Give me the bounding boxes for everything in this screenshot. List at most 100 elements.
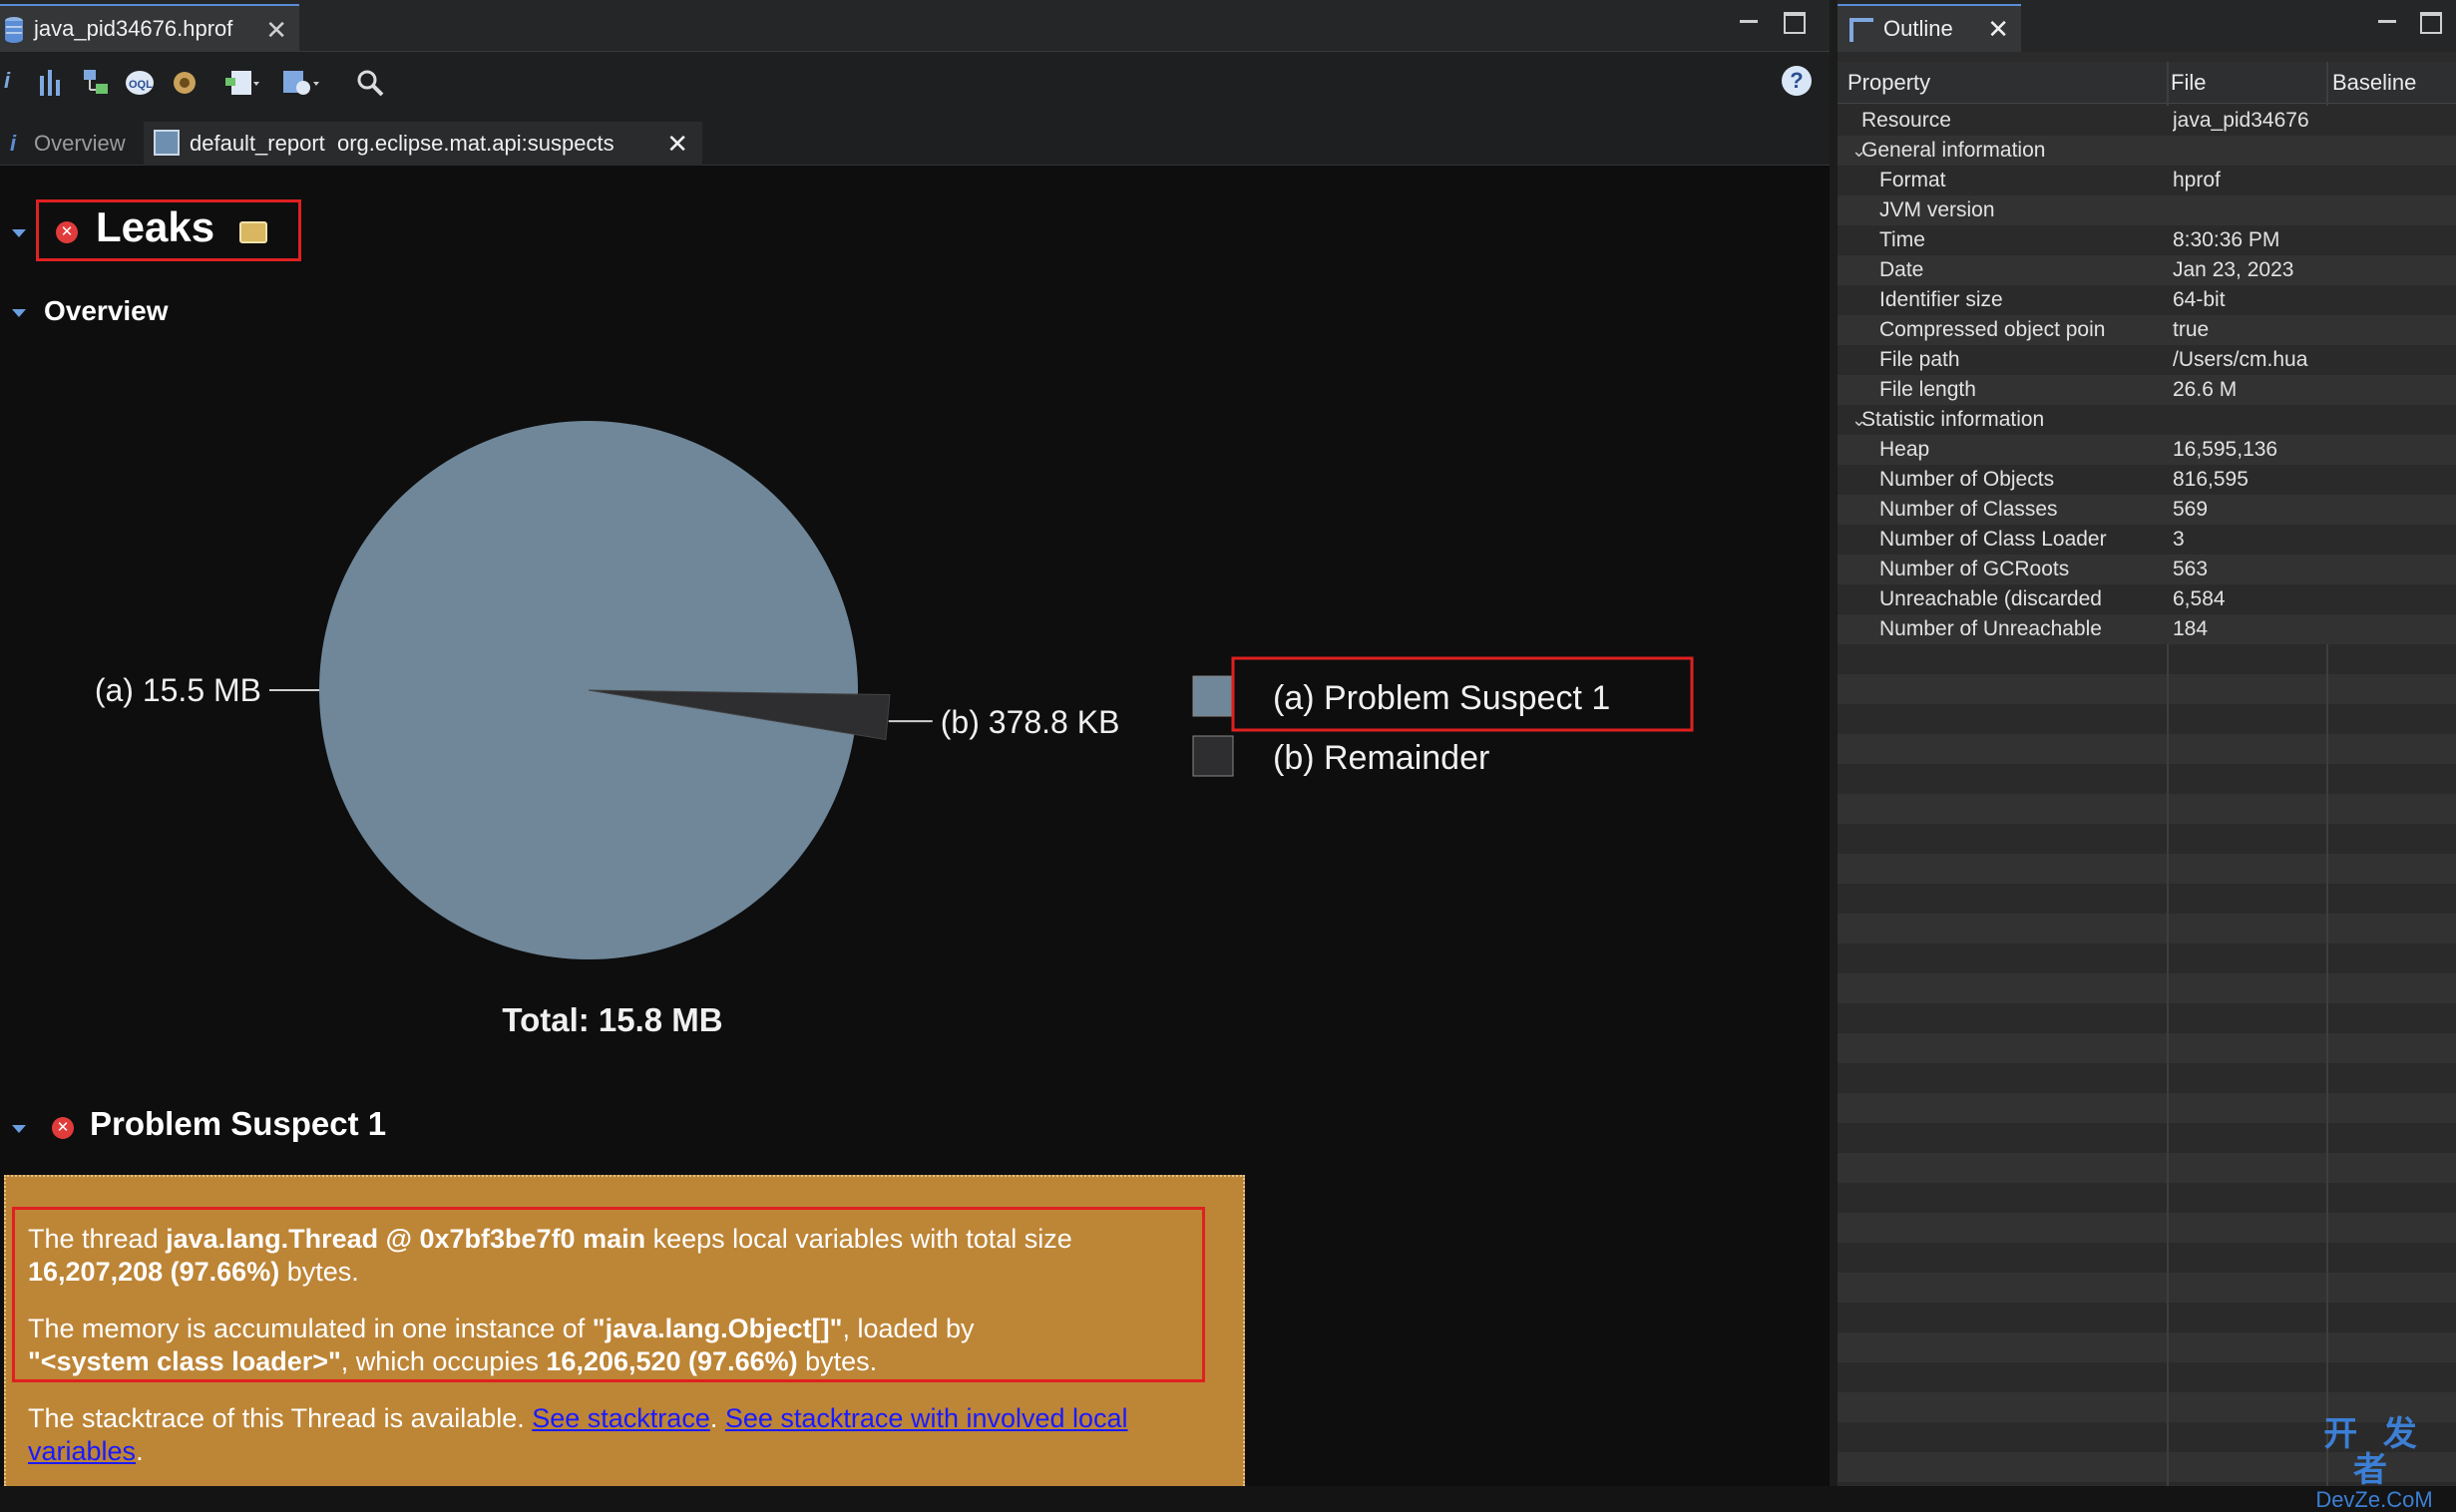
maximize-icon[interactable] (1784, 12, 1806, 34)
query-browser-icon[interactable] (281, 68, 321, 98)
file-value-cell: Jan 23, 2023 (2173, 258, 2294, 281)
text-segment: The memory is accumulated in one instanc… (28, 1314, 593, 1343)
info-icon[interactable]: i (4, 68, 10, 98)
class-loader: "<system class loader>" (28, 1346, 341, 1376)
table-row[interactable]: Time 8:30:36 PM (1838, 225, 2456, 255)
tab-outline[interactable]: Outline ✕ (1838, 4, 2021, 52)
legend-entry[interactable]: (b) Remainder (1273, 739, 1489, 777)
table-row[interactable]: JVM version (1838, 195, 2456, 225)
file-value-cell: true (2173, 318, 2210, 341)
table-row[interactable]: File length 26.6 M (1838, 375, 2456, 405)
table-row[interactable]: File path/Users/cm.hua (1838, 345, 2456, 375)
see-stacktrace-link[interactable]: See stacktrace (532, 1403, 710, 1433)
watermark-line2: DevZe.CoM (2315, 1487, 2433, 1512)
tab-overview[interactable]: i Overview (0, 122, 142, 166)
table-row[interactable]: Number of Unreachable 184 (1838, 614, 2456, 644)
table-row[interactable]: Number of GCRoots 563 (1838, 555, 2456, 584)
file-value-cell: /Users/cm.hua (2173, 348, 2308, 371)
collapse-problem-suspect-icon[interactable] (12, 1125, 26, 1133)
text-segment: bytes. (279, 1257, 359, 1287)
close-icon[interactable]: ✕ (666, 129, 688, 160)
property-cell: File length (1879, 378, 1976, 401)
thread-name: java.lang.Thread @ 0x7bf3be7f0 main (166, 1224, 646, 1254)
property-cell: File path (1879, 348, 1960, 371)
histogram-icon[interactable] (38, 68, 64, 98)
table-row[interactable]: ⌄ Statistic information (1838, 405, 2456, 435)
table-row[interactable]: Number of Class Loader 3 (1838, 525, 2456, 555)
leaks-heading: Leaks (96, 203, 215, 250)
file-value-cell: 3 (2173, 528, 2185, 551)
oql-icon[interactable]: OQL (124, 68, 156, 98)
file-value-cell: 563 (2173, 558, 2209, 580)
accumulation-summary-text: The memory is accumulated in one instanc… (28, 1313, 1225, 1378)
help-icon[interactable]: ? (1782, 66, 1812, 96)
tab-overview-label: Overview (34, 131, 126, 156)
column-header-file[interactable]: File (2171, 70, 2206, 96)
text-segment: keeps local variables with total size (645, 1224, 1072, 1254)
report-icon (154, 130, 180, 156)
legend-entry[interactable]: (a) Problem Suspect 1 (1273, 679, 1610, 717)
file-value-cell: 6,584 (2173, 587, 2226, 610)
property-cell: Format (1879, 169, 1946, 191)
property-cell: Time (1879, 228, 1925, 251)
outline-tab-label: Outline (1883, 16, 1953, 41)
property-cell: Identifier size (1879, 288, 2003, 311)
collapse-leaks-icon[interactable] (12, 229, 26, 237)
file-value-cell: hprof (2173, 169, 2221, 191)
retained-size: 16,207,208 (97.66%) (28, 1257, 280, 1287)
file-value-cell: 16,595,136 (2173, 438, 2278, 461)
tab-default-report[interactable]: default_report org.eclipse.mat.api:suspe… (144, 122, 702, 166)
tab-report-label: default_report org.eclipse.mat.api:suspe… (190, 131, 614, 156)
pie-label-a: (a) 15.5 MB (95, 672, 261, 708)
text-segment: bytes. (797, 1346, 878, 1376)
legend-swatch (1192, 675, 1234, 717)
outline-tab-bar: Outline ✕ (1838, 0, 2456, 52)
table-row[interactable]: Number of Objects 816,595 (1838, 465, 2456, 495)
file-value-cell: 26.6 M (2173, 378, 2238, 401)
pie-total-label: Total: 15.8 MB (502, 1001, 722, 1038)
thread-summary-text: The thread java.lang.Thread @ 0x7bf3be7f… (28, 1223, 1225, 1289)
property-cell: Resource (1861, 109, 1951, 132)
dominator-tree-icon[interactable] (82, 68, 112, 98)
close-icon[interactable]: ✕ (265, 15, 287, 46)
table-row[interactable]: ⌄ General information (1838, 136, 2456, 166)
table-row[interactable]: Heap 16,595,136 (1838, 435, 2456, 465)
pie-label-b: (b) 378.8 KB (941, 704, 1120, 740)
maximize-icon[interactable] (2420, 12, 2442, 34)
thread-overview-icon[interactable] (170, 68, 200, 98)
search-icon[interactable] (355, 68, 385, 98)
text-segment: . (709, 1403, 725, 1433)
occupied-size: 16,206,520 (97.66%) (546, 1346, 798, 1376)
property-cell: Statistic information (1861, 408, 2045, 431)
table-row[interactable]: Identifier size 64-bit (1838, 285, 2456, 315)
outline-icon (1849, 18, 1873, 42)
property-cell: Number of Objects (1879, 468, 2055, 491)
error-icon: ✕ (52, 1117, 74, 1139)
table-row[interactable]: Number of Classes 569 (1838, 495, 2456, 525)
run-report-icon[interactable] (223, 68, 261, 98)
text-segment: , which occupies (340, 1346, 547, 1376)
property-cell: Number of GCRoots (1879, 558, 2070, 580)
table-row[interactable]: Date Jan 23, 2023 (1838, 255, 2456, 285)
file-value-cell: java_pid34676 (2173, 109, 2309, 132)
table-row[interactable]: Format hprof (1838, 166, 2456, 195)
table-row[interactable]: Compressed object poin true (1838, 315, 2456, 345)
info-icon: i (10, 131, 17, 156)
table-row[interactable]: Unreachable (discarded 6,584 (1838, 584, 2456, 614)
file-value-cell: 64-bit (2173, 288, 2226, 311)
details-icon[interactable] (239, 221, 267, 243)
minimize-icon[interactable] (1738, 12, 1760, 34)
close-icon[interactable]: ✕ (1987, 14, 2009, 45)
property-cell: General information (1861, 139, 2046, 162)
editor-tab-hprof[interactable]: java_pid34676.hprof ✕ (0, 4, 299, 52)
file-value-cell: 569 (2173, 498, 2209, 521)
collapse-overview-icon[interactable] (12, 309, 26, 317)
property-cell: Number of Classes (1879, 498, 2058, 521)
table-row[interactable]: Resource java_pid34676 (1838, 106, 2456, 136)
column-header-property[interactable]: Property (1847, 70, 1930, 96)
text-segment: The stacktrace of this Thread is availab… (28, 1403, 533, 1433)
column-header-baseline[interactable]: Baseline (2332, 70, 2416, 96)
minimize-icon[interactable] (2376, 12, 2398, 34)
property-cell: Number of Class Loader (1879, 528, 2107, 551)
text-segment: , loaded by (842, 1314, 975, 1343)
